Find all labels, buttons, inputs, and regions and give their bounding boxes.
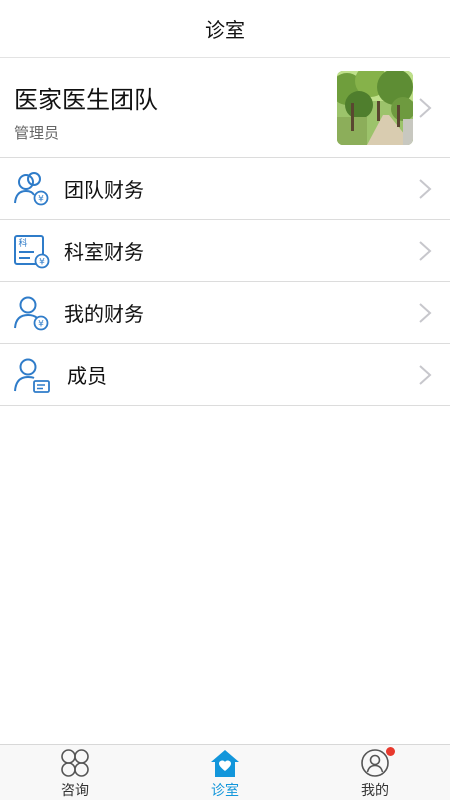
chevron-right-icon: [419, 179, 432, 199]
chevron-right-icon: [419, 365, 432, 385]
department-finance-icon: 科 ¥: [14, 234, 50, 268]
tab-label: 我的: [361, 783, 389, 799]
bottom-tab-bar: 咨询 诊室 我的: [0, 744, 450, 800]
tab-clinic[interactable]: 诊室: [180, 745, 270, 800]
my-finance-icon: ¥: [14, 296, 49, 330]
svg-text:¥: ¥: [38, 194, 44, 204]
notification-badge: [386, 747, 395, 756]
team-role: 管理员: [14, 124, 60, 142]
team-card[interactable]: 医家医生团队 管理员: [0, 58, 450, 158]
chevron-right-icon: [419, 98, 432, 118]
menu-item-department-finance[interactable]: 科 ¥ 科室财务: [0, 220, 450, 282]
clinic-home-icon: [211, 750, 239, 777]
menu-item-label: 我的财务: [64, 302, 144, 326]
menu-item-team-finance[interactable]: ¥ 团队财务: [0, 158, 450, 220]
tab-label: 诊室: [211, 783, 239, 799]
team-finance-icon: ¥: [14, 171, 49, 205]
nav-header: 诊室: [0, 0, 450, 58]
consult-icon: [61, 749, 89, 777]
chevron-right-icon: [419, 303, 432, 323]
tab-label: 咨询: [61, 783, 89, 799]
menu-item-label: 科室财务: [64, 240, 144, 264]
menu-item-label: 成员: [67, 364, 107, 388]
menu-item-label: 团队财务: [64, 178, 144, 202]
tab-consult[interactable]: 咨询: [30, 745, 120, 800]
menu-item-members[interactable]: 成员: [0, 344, 450, 406]
team-name: 医家医生团队: [14, 86, 158, 114]
svg-text:¥: ¥: [38, 319, 44, 329]
team-photo: [337, 71, 413, 145]
menu-item-my-finance[interactable]: ¥ 我的财务: [0, 282, 450, 344]
page-title: 诊室: [205, 18, 245, 42]
svg-text:¥: ¥: [39, 257, 45, 267]
chevron-right-icon: [419, 241, 432, 261]
tab-profile[interactable]: 我的: [330, 745, 420, 800]
members-icon: [14, 358, 50, 393]
department-icon-glyph: 科: [18, 237, 27, 249]
